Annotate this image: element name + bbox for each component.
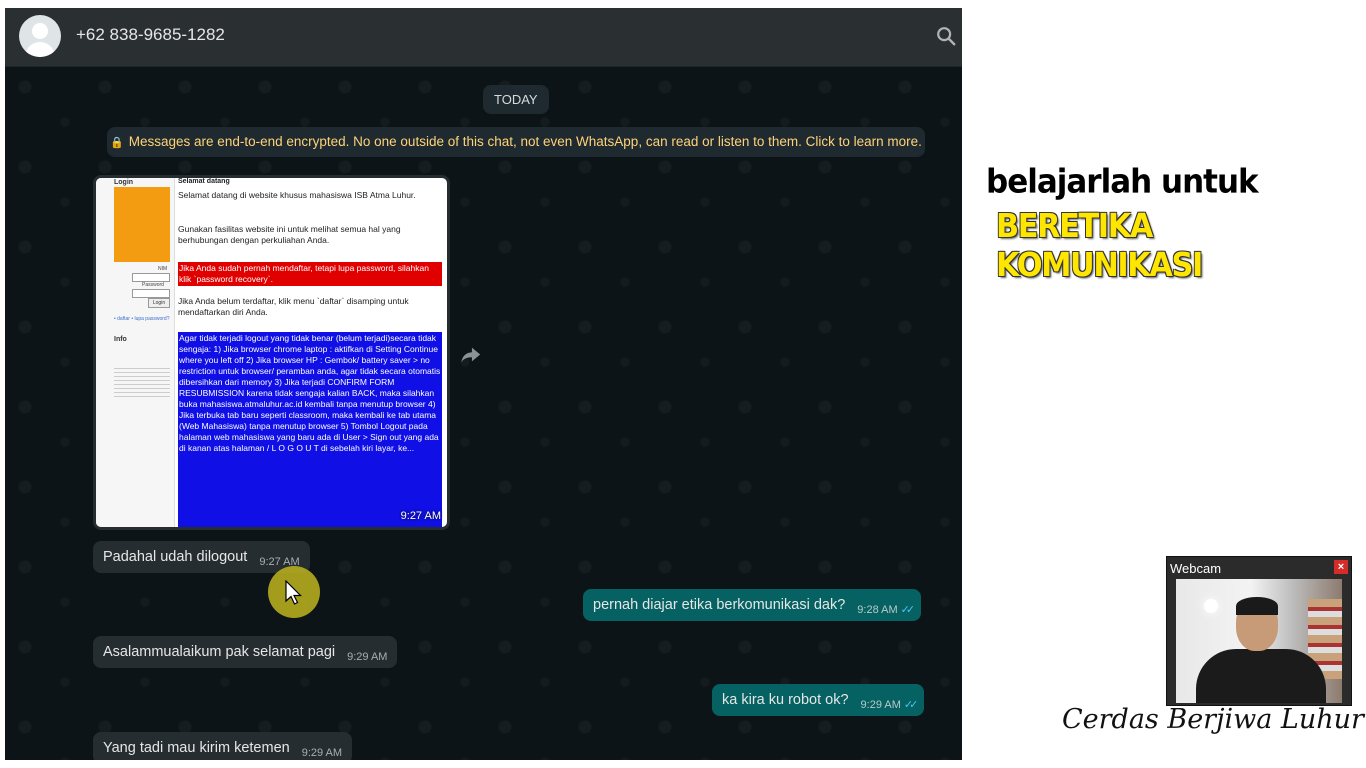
message-incoming[interactable]: Padahal udah dilogout 9:27 AM bbox=[93, 541, 310, 573]
cursor-icon bbox=[285, 580, 302, 605]
ss-warning-box bbox=[114, 187, 170, 262]
double-check-icon: ✓✓ bbox=[903, 699, 919, 711]
chat-window: +62 838-9685-1282 TODAY 🔒 Messages are en… bbox=[5, 8, 962, 760]
message-outgoing[interactable]: pernah diajar etika berkomunikasi dak? 9:… bbox=[583, 589, 922, 621]
slogan-line-1: belajarlah untuk bbox=[986, 163, 1259, 201]
ss-nim-label: NIM bbox=[158, 266, 168, 272]
message-time: 9:29 AM bbox=[860, 699, 901, 711]
ss-paragraph-2: Gunakan fasilitas website ini untuk meli… bbox=[178, 224, 401, 245]
message-list[interactable]: TODAY 🔒 Messages are end-to-end encrypted… bbox=[5, 67, 962, 760]
shared-screenshot[interactable]: Login NIM Password Login • daftar • lupa… bbox=[96, 178, 447, 527]
message-time: 9:29 AM bbox=[301, 747, 343, 759]
screenshot-content: Selamat datang Selamat datang di website… bbox=[178, 178, 442, 527]
ss-info-title: Info bbox=[114, 336, 127, 343]
ss-password-label: Password bbox=[142, 282, 164, 288]
message-outgoing[interactable]: ka kira ku robot ok? 9:29 AM ✓✓ bbox=[712, 684, 925, 716]
message-text: ka kira ku robot ok? bbox=[722, 692, 849, 708]
ss-paragraph-3: Jika Anda sudah pernah mendaftar, tetapi… bbox=[178, 262, 442, 286]
message-time: 9:28 AM bbox=[857, 604, 898, 616]
avatar-icon[interactable] bbox=[19, 15, 61, 57]
ss-nim-input bbox=[132, 273, 170, 282]
ss-login-title: Login bbox=[114, 179, 134, 186]
message-incoming[interactable]: Yang tadi mau kirim ketemen 9:29 AM bbox=[93, 732, 353, 760]
ss-password-input bbox=[132, 289, 170, 298]
signature: Cerdas Berjiwa Luhur bbox=[1062, 704, 1364, 735]
message-text: Padahal udah dilogout bbox=[103, 549, 248, 565]
ss-paragraph-1: Selamat datang di website khusus mahasis… bbox=[178, 190, 416, 200]
double-check-icon: ✓✓ bbox=[900, 604, 916, 616]
webcam-title: Webcam bbox=[1170, 561, 1222, 576]
slogan-line-2: BERETIKA KOMUNIKASI bbox=[996, 206, 1203, 284]
webcam-window[interactable]: Webcam × bbox=[1166, 556, 1352, 706]
message-incoming[interactable]: Asalammualaikum pak selamat pagi 9:29 AM bbox=[93, 636, 398, 668]
contact-name[interactable]: +62 838-9685-1282 bbox=[76, 25, 225, 45]
ss-login-button: Login bbox=[148, 298, 170, 308]
message-text: Asalammualaikum pak selamat pagi bbox=[103, 644, 336, 660]
ss-paragraph-4: Jika Anda belum terdaftar, klik menu `da… bbox=[178, 296, 409, 317]
screenshot-sidebar: Login NIM Password Login • daftar • lupa… bbox=[96, 178, 175, 527]
chat-header: +62 838-9685-1282 bbox=[5, 8, 962, 67]
ss-welcome-title: Selamat datang bbox=[178, 178, 230, 185]
close-icon[interactable]: × bbox=[1334, 560, 1348, 574]
image-message[interactable]: Login NIM Password Login • daftar • lupa… bbox=[93, 175, 450, 530]
encryption-notice-text: Messages are end-to-end encrypted. No on… bbox=[128, 134, 922, 149]
message-text: Yang tadi mau kirim ketemen bbox=[103, 740, 290, 756]
ss-paragraph-5: Agar tidak terjadi logout yang tidak ben… bbox=[178, 332, 442, 527]
message-time: 9:27 AM bbox=[400, 510, 441, 522]
message-text: pernah diajar etika berkomunikasi dak? bbox=[593, 597, 846, 613]
ss-info-text bbox=[114, 368, 170, 398]
encryption-notice[interactable]: 🔒 Messages are end-to-end encrypted. No o… bbox=[107, 127, 925, 157]
forward-icon[interactable] bbox=[460, 345, 482, 365]
search-icon[interactable] bbox=[935, 25, 957, 47]
webcam-video bbox=[1176, 579, 1342, 703]
date-chip: TODAY bbox=[483, 85, 549, 114]
ss-links: • daftar • lupa password? bbox=[114, 316, 170, 322]
message-time: 9:29 AM bbox=[347, 651, 388, 663]
lock-icon: 🔒 bbox=[110, 137, 124, 149]
